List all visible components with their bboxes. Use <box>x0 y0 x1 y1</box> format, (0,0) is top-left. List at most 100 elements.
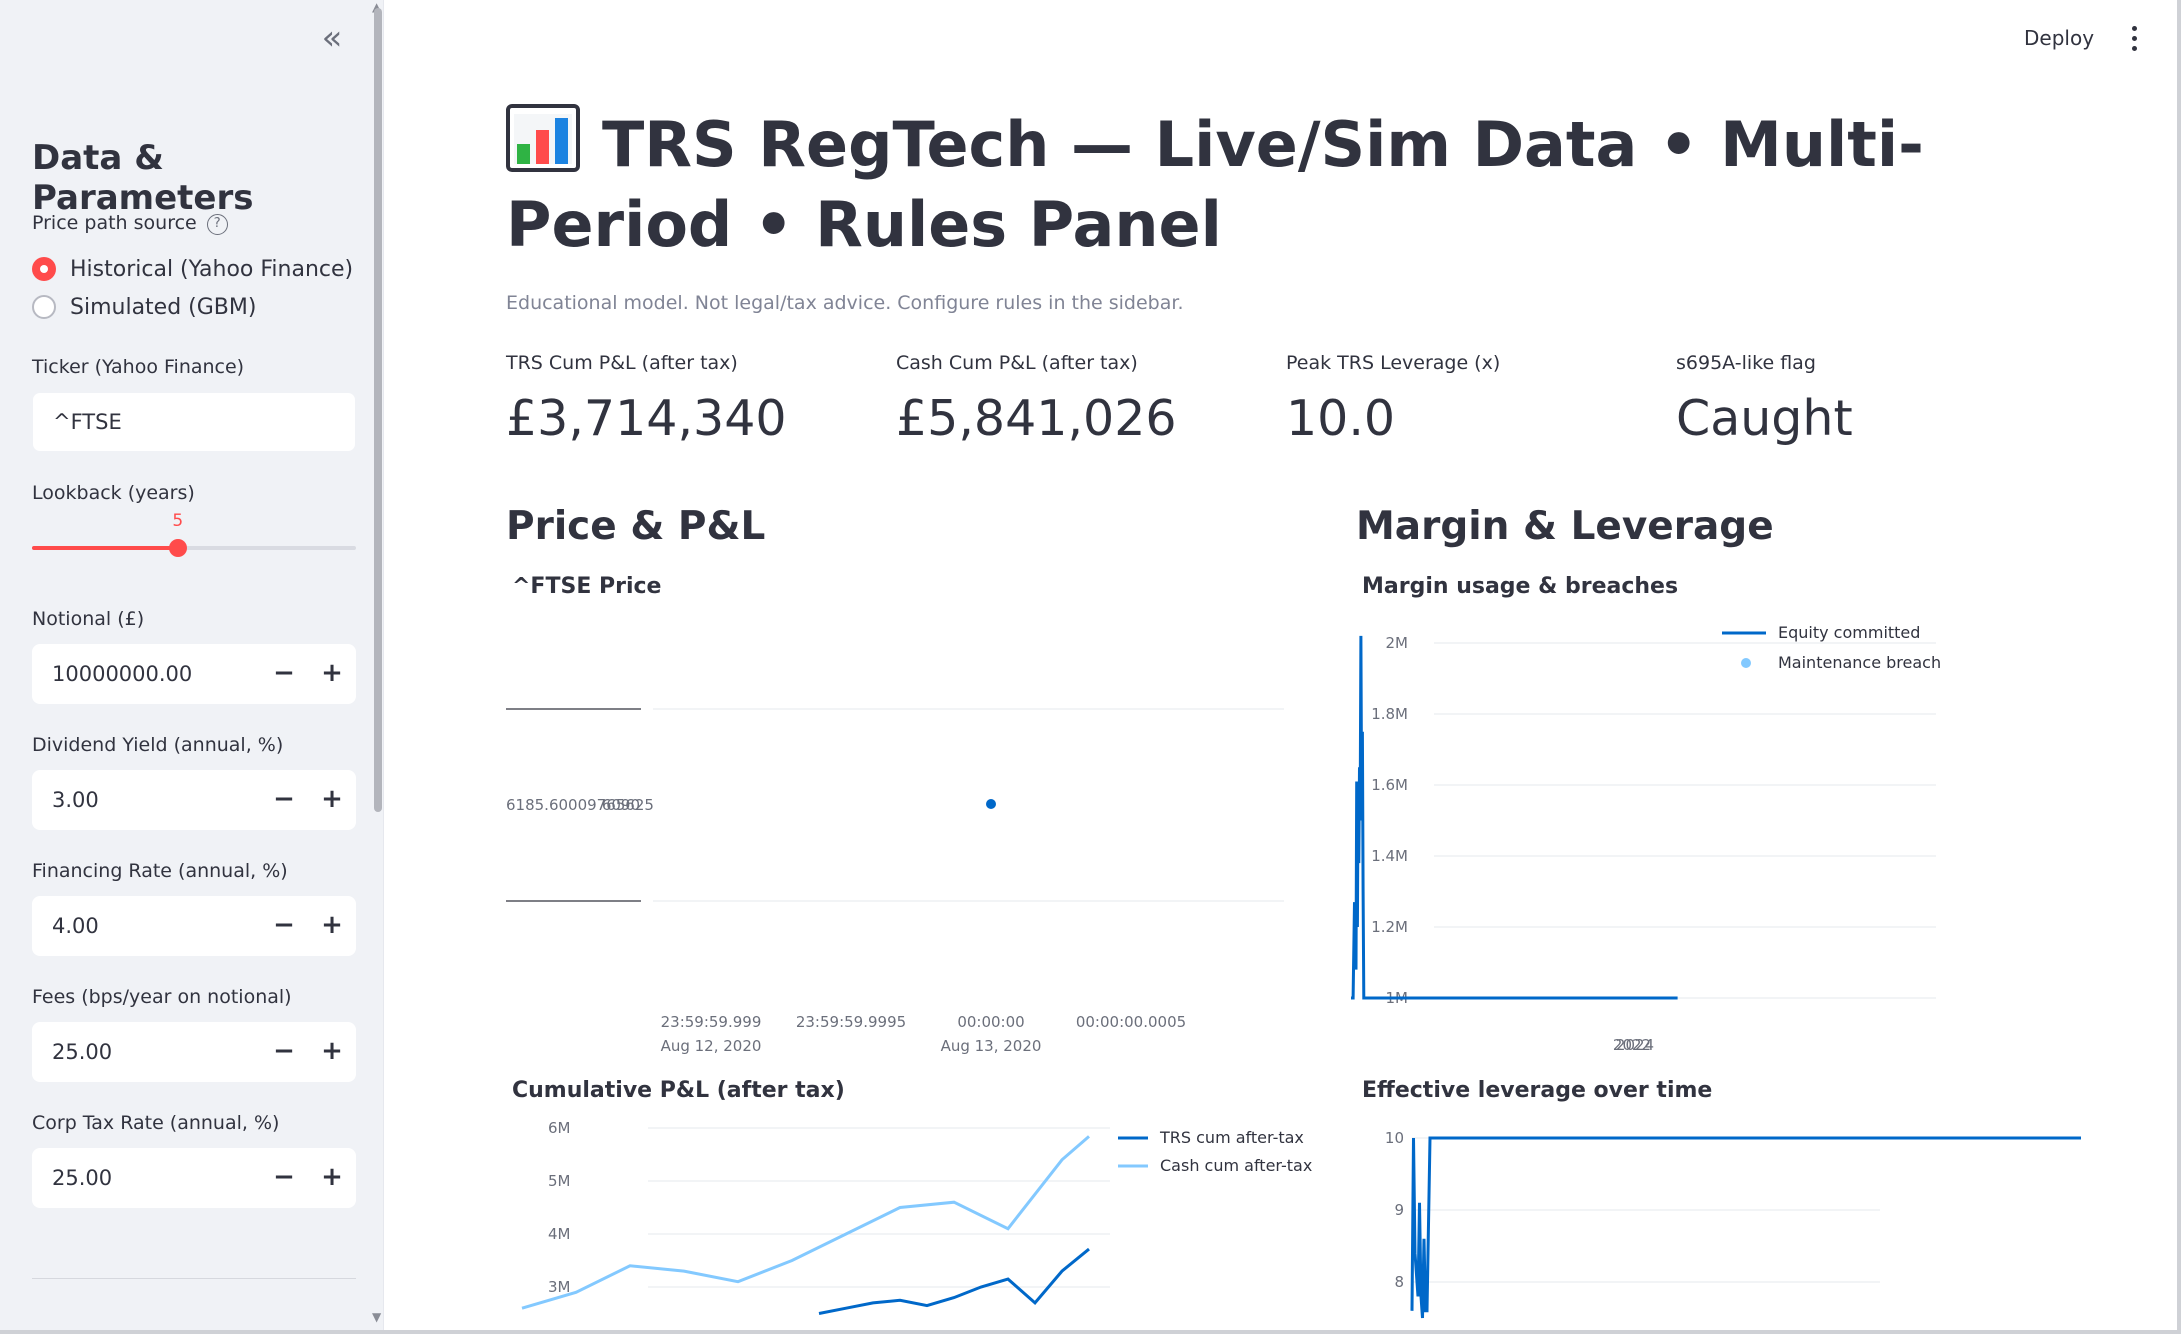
metric-label: Peak TRS Leverage (x) <box>1286 352 1501 374</box>
corp-tax-label: Corp Tax Rate (annual, %) <box>32 1112 280 1134</box>
double-chevron-left-icon: « <box>321 18 343 58</box>
metric-peak-leverage: Peak TRS Leverage (x) 10.0 <box>1286 352 1666 447</box>
sidebar-divider <box>32 1278 356 1279</box>
radio-selected-icon <box>32 257 56 281</box>
deploy-button[interactable]: Deploy <box>2024 26 2094 50</box>
x-tick-label: 23:59:59.9995 <box>796 1013 906 1031</box>
metric-value: Caught <box>1676 390 1853 447</box>
bar-chart-icon <box>506 104 580 172</box>
x-tick-label: 23:59:59.999 <box>661 1013 762 1031</box>
financing-rate-increment-button[interactable]: + <box>308 896 356 956</box>
margin-chart[interactable]: 2M1.8M1.6M1.4M1.2M1M20222024Equity commi… <box>1351 620 2154 1060</box>
series-line-leverage <box>1410 1136 2081 1319</box>
metric-label: TRS Cum P&L (after tax) <box>506 352 738 374</box>
dividend-yield-input[interactable]: 3.00 − + <box>32 770 356 830</box>
y-tick-label: 1.2M <box>1371 918 1408 936</box>
metric-value: £3,714,340 <box>506 390 787 447</box>
leverage-chart[interactable]: 10 9 8 <box>1354 1110 2154 1334</box>
radio-historical-label: Historical (Yahoo Finance) <box>70 256 354 282</box>
series-line-trs <box>818 1247 1090 1315</box>
data-point <box>986 799 996 809</box>
financing-rate-input[interactable]: 4.00 − + <box>32 896 356 956</box>
sidebar-scrollbar[interactable] <box>374 8 382 812</box>
y-tick-label: 1.6M <box>1371 776 1408 794</box>
fees-value[interactable]: 25.00 <box>32 1040 260 1064</box>
sidebar-title: Data & Parameters <box>32 138 254 218</box>
metric-value: £5,841,026 <box>896 390 1177 447</box>
metric-cash-pnl: Cash Cum P&L (after tax) £5,841,026 <box>896 352 1276 447</box>
lookback-slider-thumb[interactable] <box>168 539 187 557</box>
page-title-text: TRS RegTech — Live/Sim Data • Multi-Peri… <box>506 108 1924 261</box>
chart-title-leverage: Effective leverage over time <box>1362 1078 1713 1103</box>
chart-title-margin: Margin usage & breaches <box>1362 574 1679 599</box>
collapse-sidebar-button[interactable]: « <box>314 21 350 58</box>
financing-rate-value[interactable]: 4.00 <box>32 914 260 938</box>
financing-rate-label: Financing Rate (annual, %) <box>32 860 288 882</box>
legend-swatch-breach <box>1741 658 1751 668</box>
legend-label: TRS cum after-tax <box>1159 1128 1304 1147</box>
notional-decrement-button[interactable]: − <box>260 644 308 704</box>
scroll-down-icon[interactable]: ▼ <box>372 1310 381 1324</box>
metric-value: 10.0 <box>1286 390 1396 447</box>
y-tick-label: 6M <box>548 1119 571 1137</box>
legend-label: Maintenance breach <box>1778 653 1941 672</box>
notional-input[interactable]: 10000000.00 − + <box>32 644 356 704</box>
main-content: Deploy TRS RegTech — Live/Sim Data • Mul… <box>384 0 2181 1334</box>
y-tick-label: 10 <box>1385 1129 1404 1147</box>
y-tick-label: 3M <box>548 1278 571 1296</box>
x-tick-label: 00:00:00 <box>957 1013 1024 1031</box>
ticker-input[interactable] <box>32 392 356 452</box>
lookback-slider-fill <box>32 546 178 550</box>
corp-tax-decrement-button[interactable]: − <box>260 1148 308 1208</box>
lookback-slider[interactable]: 5 <box>32 511 356 557</box>
x-tick-label: Aug 12, 2020 <box>661 1037 762 1055</box>
notional-increment-button[interactable]: + <box>308 644 356 704</box>
radio-historical[interactable]: Historical (Yahoo Finance) <box>32 252 353 286</box>
notional-label: Notional (£) <box>32 608 145 630</box>
price-source-label: Price path source? <box>32 212 228 235</box>
help-icon[interactable]: ? <box>206 214 228 235</box>
y-tick-label: 4M <box>548 1225 571 1243</box>
financing-rate-decrement-button[interactable]: − <box>260 896 308 956</box>
page-caption: Educational model. Not legal/tax advice.… <box>506 292 1184 314</box>
metric-trs-pnl: TRS Cum P&L (after tax) £3,714,340 <box>506 352 886 447</box>
radio-simulated[interactable]: Simulated (GBM) <box>32 290 256 324</box>
corp-tax-input[interactable]: 25.00 − + <box>32 1148 356 1208</box>
section-margin-leverage: Margin & Leverage <box>1356 504 1774 549</box>
metric-label: Cash Cum P&L (after tax) <box>896 352 1138 374</box>
radio-unselected-icon <box>32 295 56 319</box>
y-tick-label: 6090 <box>602 796 640 814</box>
page-title: TRS RegTech — Live/Sim Data • Multi-Peri… <box>506 104 2006 265</box>
fees-increment-button[interactable]: + <box>308 1022 356 1082</box>
lookback-label: Lookback (years) <box>32 482 195 504</box>
cum-pnl-chart[interactable]: 6M 5M 4M 3M TRS cum after-tax Cash cum after-… <box>504 1110 1324 1334</box>
price-chart[interactable]: 6185.60009765625609023:59:59.999Aug 12, … <box>504 620 1324 1060</box>
corp-tax-value[interactable]: 25.00 <box>32 1166 260 1190</box>
fees-decrement-button[interactable]: − <box>260 1022 308 1082</box>
ticker-label: Ticker (Yahoo Finance) <box>32 356 245 378</box>
main-menu-icon[interactable] <box>2124 26 2144 54</box>
sidebar: « Data & Parameters Price path source? H… <box>0 0 384 1334</box>
fees-label: Fees (bps/year on notional) <box>32 986 292 1008</box>
y-tick-label: 1.8M <box>1371 705 1408 723</box>
series-line-equity-committed <box>1351 635 1678 1000</box>
dividend-yield-value[interactable]: 3.00 <box>32 788 260 812</box>
chart-title-price: ^FTSE Price <box>512 574 662 599</box>
legend-label: Equity committed <box>1778 623 1920 642</box>
dividend-yield-increment-button[interactable]: + <box>308 770 356 830</box>
notional-value[interactable]: 10000000.00 <box>32 662 260 686</box>
dividend-yield-decrement-button[interactable]: − <box>260 770 308 830</box>
y-tick-label: 9 <box>1394 1201 1404 1219</box>
corp-tax-increment-button[interactable]: + <box>308 1148 356 1208</box>
lookback-slider-value: 5 <box>172 511 184 531</box>
metric-s695a-flag: s695A-like flag Caught <box>1676 352 2056 447</box>
x-tick-label: 2024 <box>1616 1036 1654 1054</box>
y-tick-label: 5M <box>548 1172 571 1190</box>
series-line-cash <box>521 1135 1090 1310</box>
fees-input[interactable]: 25.00 − + <box>32 1022 356 1082</box>
legend-label: Cash cum after-tax <box>1160 1156 1312 1175</box>
chart-title-cum-pnl: Cumulative P&L (after tax) <box>512 1078 845 1103</box>
dividend-yield-label: Dividend Yield (annual, %) <box>32 734 284 756</box>
x-tick-label: Aug 13, 2020 <box>941 1037 1042 1055</box>
price-source-label-text: Price path source <box>32 212 197 234</box>
